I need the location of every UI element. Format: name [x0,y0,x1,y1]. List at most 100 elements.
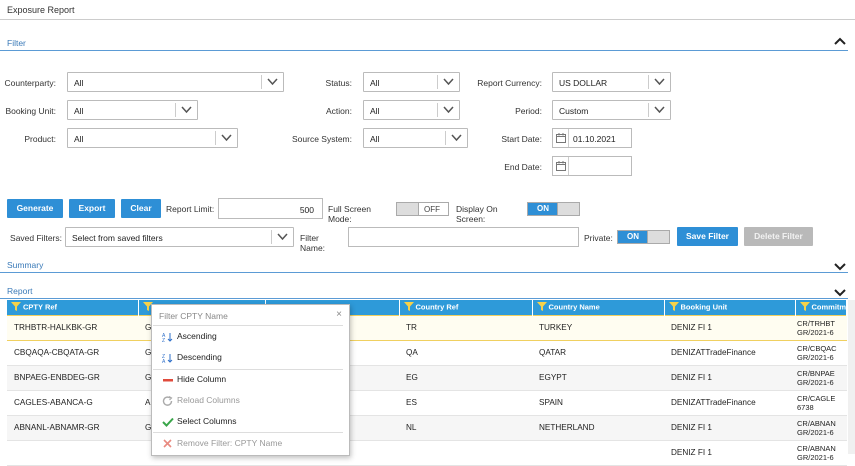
source-system-select[interactable]: All [363,128,468,148]
filter-icon[interactable] [11,301,21,313]
chevron-up-icon[interactable] [834,36,846,51]
report-limit-value: 500 [299,205,314,215]
filter-icon[interactable] [668,301,679,313]
calendar-icon[interactable] [553,157,569,175]
report-limit-input[interactable]: 500 [218,198,323,219]
cell-cpty-ref: CAGLES-ABANCA-G [7,390,138,416]
booking-unit-label: Booking Unit: [5,106,56,116]
cell-commitment: CR/ABNAN GR/2021-6 [795,440,847,466]
status-select[interactable]: All [363,72,460,92]
vertical-scrollbar[interactable] [848,300,855,454]
menu-item-hide-column[interactable]: Hide Column [162,374,226,388]
chevron-down-icon[interactable] [271,230,293,244]
delete-filter-button[interactable]: Delete Filter [744,227,813,246]
product-select[interactable]: All [67,128,238,148]
filter-section-header[interactable]: Filter [0,35,848,51]
clear-button[interactable]: Clear [121,199,161,218]
toggle-knob [557,203,579,215]
svg-text:A: A [162,359,166,363]
checkmark-icon [162,417,174,427]
status-label: Status: [325,78,352,88]
product-value: All [74,134,84,144]
start-date-field[interactable]: 01.10.2021 [552,128,632,148]
cell-commitment: CR/ABNAN GR/2021-6 [795,415,847,441]
save-filter-button[interactable]: Save Filter [677,227,738,246]
table-row[interactable]: CBQAQA-CBQATA-GR G B QA QATAR DENIZATTra… [7,340,847,366]
popup-divider [153,325,343,326]
menu-item-select-columns[interactable]: Select Columns [162,416,237,430]
chevron-down-icon[interactable] [445,131,467,145]
full-screen-toggle[interactable]: OFF [396,202,449,216]
end-date-label: End Date: [504,162,542,172]
chevron-down-icon[interactable] [261,75,283,89]
chevron-down-icon[interactable] [834,261,846,276]
chevron-down-icon[interactable] [648,103,670,117]
report-table: CPTY Ref Country Ref Country Name Bookin… [7,300,848,466]
period-select[interactable]: Custom [552,100,671,120]
close-icon[interactable]: × [336,309,342,320]
column-header[interactable]: Country Name [532,300,665,315]
table-row[interactable]: TRHBTR-HALKBK-GR G B TR TURKEY DENIZ FI … [7,314,847,341]
menu-item-reload-columns[interactable]: Reload Columns [162,395,240,409]
menu-item-remove-filter[interactable]: Remove Filter: CPTY Name [162,438,282,452]
summary-section-header[interactable]: Summary [0,257,848,273]
popup-divider [153,432,343,433]
table-row[interactable]: ABNANL-ABNAMR-GR G NL NETHERLAND DENIZ F… [7,415,847,441]
saved-filters-label: Saved Filters: [10,233,62,243]
menu-item-descending[interactable]: Z A Descending [162,352,222,366]
cell-country-ref: NL [399,415,532,441]
cell-country-name: TURKEY [532,314,664,341]
report-currency-label: Report Currency: [477,78,542,88]
period-value: Custom [559,106,589,116]
menu-item-ascending[interactable]: A Z Ascending [162,331,217,345]
cell-commitment: CR/CAGLE 6738 [795,390,847,416]
filter-icon[interactable] [403,301,414,313]
chevron-down-icon[interactable] [437,103,459,117]
counterparty-select[interactable]: All [67,72,284,92]
menu-item-label: Descending [177,352,222,362]
export-button[interactable]: Export [69,199,115,218]
cell-cpty-ref: ABNANL-ABNAMR-GR [7,415,138,441]
menu-item-label: Hide Column [177,374,227,384]
display-on-screen-state: ON [528,203,558,215]
column-header[interactable]: Country Ref [399,300,533,315]
chevron-down-icon[interactable] [175,103,197,117]
filter-name-input[interactable] [348,227,579,247]
cell-country-name: EGYPT [532,365,664,391]
start-date-value: 01.10.2021 [573,134,616,144]
column-header[interactable]: Commitm [795,300,848,315]
action-select[interactable]: All [363,100,460,120]
private-state: ON [618,231,648,243]
action-value: All [370,106,380,116]
popup-title: Filter CPTY Name [159,311,228,321]
private-toggle[interactable]: ON [617,230,670,244]
sort-ascending-icon: AZ [162,332,174,344]
chevron-down-icon[interactable] [437,75,459,89]
window-title: Exposure Report [7,5,75,15]
table-row[interactable]: CAGLES-ABANCA-G A B ES SPAIN DENIZATTrad… [7,390,847,416]
start-date-label: Start Date: [501,134,542,144]
report-limit-label: Report Limit: [166,204,215,214]
chevron-down-icon[interactable] [648,75,670,89]
summary-section-title: Summary [7,260,44,270]
filter-icon[interactable] [536,301,547,313]
cell-cpty-ref: BNPAEG-ENBDEG-GR [7,365,138,391]
generate-button[interactable]: Generate [7,199,63,218]
column-header[interactable]: CPTY Ref [7,300,139,315]
booking-unit-select[interactable]: All [67,100,198,120]
hide-column-icon [162,375,174,385]
column-header[interactable]: Booking Unit [664,300,796,315]
cell-cpty-ref: TRHBTR-HALKBK-GR [7,314,138,341]
display-on-screen-toggle[interactable]: ON [527,202,580,216]
report-section-header[interactable]: Report [0,283,848,299]
chevron-down-icon[interactable] [215,131,237,145]
filter-icon[interactable] [799,301,810,313]
saved-filters-select[interactable]: Select from saved filters [65,227,294,247]
source-system-value: All [370,134,380,144]
end-date-field[interactable] [552,156,632,176]
table-row[interactable]: BNPAEG-ENBDEG-GR G B EG EGYPT DENIZ FI 1… [7,365,847,391]
product-label: Product: [24,134,56,144]
table-row[interactable]: DENIZ FI 1 CR/ABNAN GR/2021-6 [7,440,847,466]
calendar-icon[interactable] [553,129,569,147]
report-currency-select[interactable]: US DOLLAR [552,72,671,92]
